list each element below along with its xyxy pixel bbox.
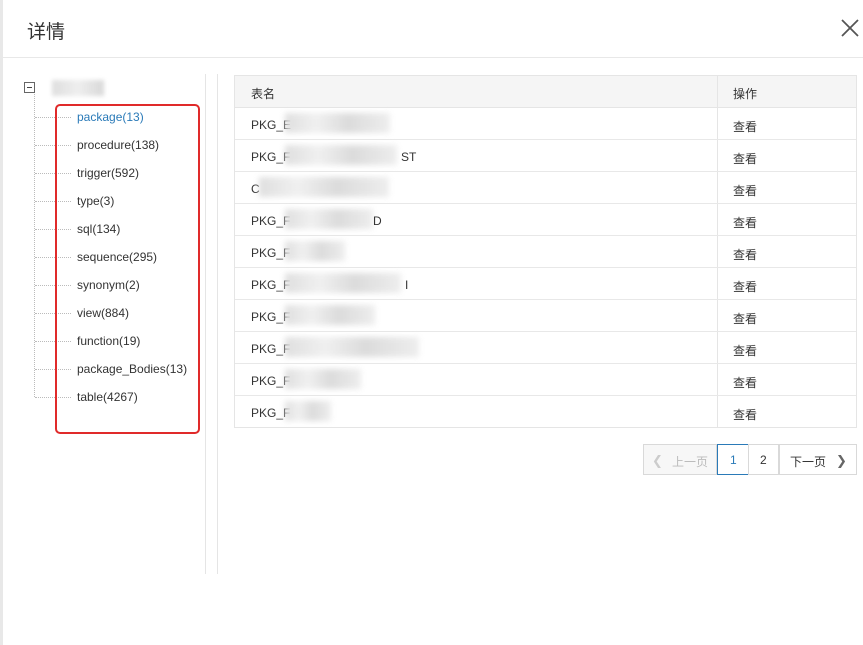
data-table: 表名 操作 PKG_E 查看 PKG_F ST 查看 C 查看 PKG_F D … [234, 75, 857, 428]
page-number: 1 [730, 453, 737, 467]
table-cell-name-tail: ST [401, 150, 417, 164]
view-link[interactable]: 查看 [733, 278, 757, 295]
table-cell-name-tail: D [373, 214, 382, 228]
next-page-button[interactable]: 下一页 ❯ [779, 444, 857, 475]
table-row: PKG_F I 查看 [235, 268, 856, 300]
column-header-action: 操作 [733, 87, 758, 101]
redacted-text [285, 369, 361, 389]
view-link[interactable]: 查看 [733, 182, 757, 199]
view-link[interactable]: 查看 [733, 246, 757, 263]
page-number: 2 [760, 453, 767, 467]
table-cell-name-tail: I [405, 278, 409, 292]
view-link[interactable]: 查看 [733, 406, 757, 423]
prev-page-button[interactable]: ❮ 上一页 [643, 444, 717, 475]
collapse-icon[interactable] [24, 82, 35, 93]
view-link[interactable]: 查看 [733, 374, 757, 391]
chevron-left-icon: ❮ [652, 453, 663, 468]
close-icon[interactable] [839, 17, 861, 39]
next-page-label: 下一页 [790, 455, 827, 469]
table-row: PKG_F ST 查看 [235, 140, 856, 172]
table-row: PKG_F 查看 [235, 236, 856, 268]
dialog-title: 详情 [27, 22, 66, 43]
redacted-text [285, 241, 345, 261]
table-row: PKG_F D 查看 [235, 204, 856, 236]
view-link[interactable]: 查看 [733, 310, 757, 327]
column-header-name: 表名 [251, 87, 276, 101]
annotation-highlight-box [55, 104, 200, 434]
view-link[interactable]: 查看 [733, 214, 757, 231]
redacted-text [285, 305, 375, 325]
prev-page-label: 上一页 [672, 455, 709, 469]
table-row: PKG_E 查看 [235, 108, 856, 140]
table-row: PKG_F 查看 [235, 364, 856, 396]
redacted-text [285, 337, 419, 357]
view-link[interactable]: 查看 [733, 150, 757, 167]
dialog-header: 详情 [3, 0, 863, 58]
tree-divider [205, 74, 206, 574]
redacted-text [259, 177, 389, 197]
redacted-text [285, 273, 401, 293]
view-link[interactable]: 查看 [733, 342, 757, 359]
table-header: 表名 操作 [235, 76, 856, 108]
redacted-text [285, 145, 397, 165]
redacted-text [285, 209, 373, 229]
chevron-right-icon: ❯ [836, 453, 847, 468]
redacted-text [285, 401, 331, 421]
tree-scrollbar-track[interactable] [217, 74, 218, 574]
tree-root-label-redacted[interactable] [52, 80, 104, 96]
redacted-text [285, 113, 390, 133]
page-2-button[interactable]: 2 [748, 444, 779, 475]
tree-connector [34, 94, 35, 397]
page-1-button[interactable]: 1 [717, 444, 749, 475]
table-row: C 查看 [235, 172, 856, 204]
table-row: PKG_F 查看 [235, 396, 856, 428]
view-link[interactable]: 查看 [733, 118, 757, 135]
table-row: PKG_F 查看 [235, 332, 856, 364]
table-row: PKG_F 查看 [235, 300, 856, 332]
